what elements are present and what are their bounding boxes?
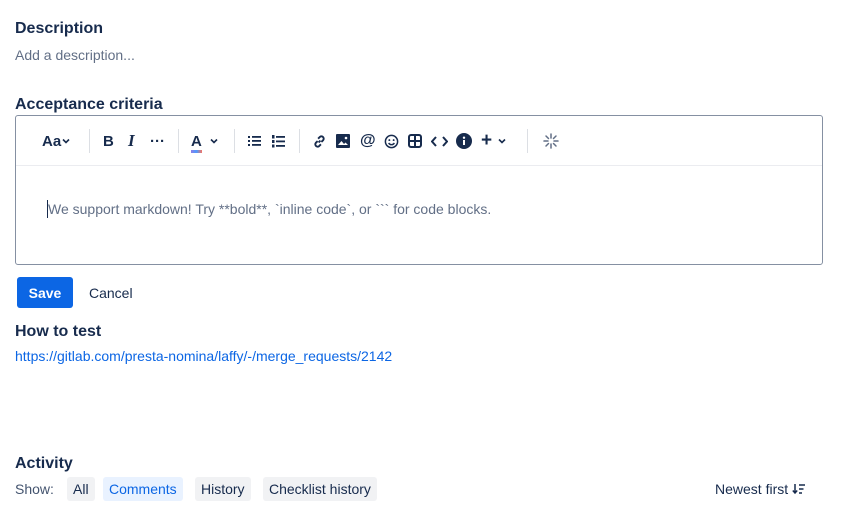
bold-button[interactable]: B xyxy=(103,130,114,152)
acceptance-criteria-heading: Acceptance criteria xyxy=(15,96,163,113)
numbered-list-icon xyxy=(272,134,285,147)
numbered-list-button[interactable] xyxy=(272,130,286,152)
description-placeholder[interactable]: Add a description... xyxy=(15,47,135,63)
more-formatting-button[interactable]: ··· xyxy=(150,130,165,152)
filter-history[interactable]: History xyxy=(195,477,251,501)
toolbar-divider xyxy=(527,129,528,153)
filter-checklist-history[interactable]: Checklist history xyxy=(263,477,377,501)
code-icon xyxy=(431,135,448,147)
editor-placeholder[interactable]: We support markdown! Try **bold**, `inli… xyxy=(48,201,491,217)
table-button[interactable] xyxy=(408,130,422,152)
link-icon xyxy=(314,134,325,148)
chevron-down-icon xyxy=(62,138,70,144)
image-icon xyxy=(336,134,350,148)
description-heading: Description xyxy=(15,20,104,37)
text-color-icon: A xyxy=(191,132,202,153)
ai-button[interactable] xyxy=(543,130,559,152)
code-block-button[interactable] xyxy=(431,130,448,152)
cancel-button[interactable]: Cancel xyxy=(80,277,142,308)
filter-comments[interactable]: Comments xyxy=(103,477,183,501)
bullet-list-icon xyxy=(248,136,261,146)
activity-heading: Activity xyxy=(15,455,73,472)
save-button[interactable]: Save xyxy=(17,277,73,308)
image-button[interactable] xyxy=(336,130,350,152)
sparkle-icon xyxy=(543,133,559,149)
how-to-test-heading: How to test xyxy=(15,323,102,340)
plus-icon: + xyxy=(481,130,493,151)
editor-toolbar: Aa B I ··· A @ + xyxy=(16,116,822,166)
at-icon: @ xyxy=(360,132,376,149)
mention-button[interactable]: @ xyxy=(360,130,376,152)
text-style-label: Aa xyxy=(42,132,62,150)
toolbar-divider xyxy=(234,129,235,153)
sort-label: Newest first xyxy=(715,481,789,497)
bullet-list-button[interactable] xyxy=(248,130,262,152)
emoji-icon xyxy=(384,134,399,148)
emoji-button[interactable] xyxy=(384,130,399,152)
acceptance-criteria-editor: Aa B I ··· A @ + We support markdown! Tr… xyxy=(15,115,823,265)
info-panel-button[interactable] xyxy=(456,130,472,152)
merge-request-link[interactable]: https://gitlab.com/presta-nomina/laffy/-… xyxy=(15,348,392,364)
text-style-button[interactable]: Aa xyxy=(42,130,71,152)
table-icon xyxy=(408,134,422,148)
text-color-button[interactable]: A xyxy=(191,130,220,153)
toolbar-divider xyxy=(89,129,90,153)
sort-button[interactable]: Newest first xyxy=(715,481,806,497)
italic-button[interactable]: I xyxy=(128,130,135,152)
text-color-letter: A xyxy=(191,132,202,150)
toolbar-divider xyxy=(299,129,300,153)
link-button[interactable] xyxy=(312,130,327,152)
toolbar-divider xyxy=(178,129,179,153)
insert-button[interactable]: + xyxy=(481,130,508,152)
chevron-down-icon xyxy=(210,138,218,144)
info-icon xyxy=(456,133,472,149)
chevron-down-icon xyxy=(498,138,506,144)
filter-all[interactable]: All xyxy=(67,477,95,501)
show-label: Show: xyxy=(15,481,54,497)
sort-descending-icon xyxy=(792,484,806,495)
